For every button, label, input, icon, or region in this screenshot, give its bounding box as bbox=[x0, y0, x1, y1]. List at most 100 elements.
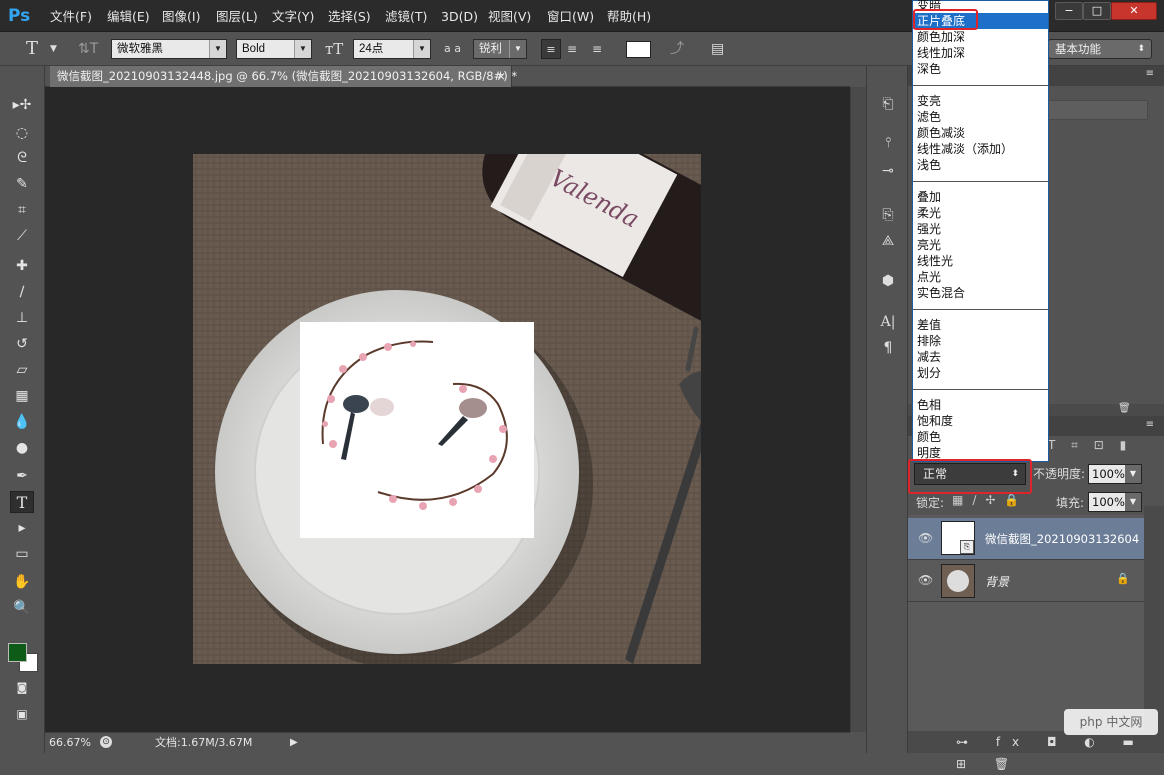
text-tool-icon[interactable]: T bbox=[26, 39, 38, 59]
healing-brush-tool-icon[interactable]: ✚ bbox=[10, 255, 34, 277]
zoom-tool-icon[interactable]: 🔍 bbox=[10, 597, 34, 619]
status-arrow-icon[interactable]: ▶ bbox=[290, 733, 298, 752]
blur-tool-icon[interactable]: 💧 bbox=[10, 411, 34, 433]
3d-icon[interactable]: ⬢ bbox=[875, 269, 901, 293]
move-tool-icon[interactable]: ▸✢ bbox=[10, 94, 34, 116]
menu-type[interactable]: 文字(Y) bbox=[272, 0, 314, 32]
blend-option[interactable]: 线性光 bbox=[913, 253, 1048, 269]
blend-option[interactable]: 差值 bbox=[913, 317, 1048, 333]
dodge-tool-icon[interactable]: ● bbox=[10, 437, 34, 459]
text-color-swatch[interactable] bbox=[626, 41, 651, 58]
menu-file[interactable]: 文件(F) bbox=[50, 0, 92, 32]
brush-presets-icon[interactable]: ⊸ bbox=[875, 159, 901, 183]
zoom-level[interactable]: 66.67% bbox=[49, 733, 91, 752]
chevron-down-icon[interactable]: ▼ bbox=[50, 39, 57, 59]
history-brush-tool-icon[interactable]: ↺ bbox=[10, 333, 34, 355]
close-button[interactable]: ✕ bbox=[1111, 2, 1157, 20]
blend-option[interactable]: 排除 bbox=[913, 333, 1048, 349]
menu-view[interactable]: 视图(V) bbox=[488, 0, 531, 32]
align-left-icon[interactable]: ≡ bbox=[541, 39, 561, 59]
marquee-tool-icon[interactable]: ◌ bbox=[10, 122, 34, 144]
layer-filter-icons[interactable]: T ⌗ ⊡ ▮ bbox=[1048, 438, 1164, 458]
blend-option[interactable]: 浅色 bbox=[913, 157, 1048, 173]
close-tab-icon[interactable]: × bbox=[496, 66, 506, 87]
warp-text-icon[interactable]: ⤴ bbox=[670, 39, 684, 59]
blend-option[interactable]: 线性减淡（添加） bbox=[913, 141, 1048, 157]
blend-option[interactable]: 颜色加深 bbox=[913, 29, 1048, 45]
font-family-select[interactable]: 微软雅黑 ▼ bbox=[111, 39, 227, 59]
trash-icon[interactable]: 🗑 bbox=[1118, 403, 1131, 414]
blend-option[interactable]: 色相 bbox=[913, 397, 1048, 413]
menu-edit[interactable]: 编辑(E) bbox=[107, 0, 150, 32]
panel-menu-icon[interactable]: ≡ bbox=[1146, 68, 1154, 79]
font-size-select[interactable]: 24点 ▼ bbox=[353, 39, 431, 59]
blend-option[interactable]: 点光 bbox=[913, 269, 1048, 285]
layer-name[interactable]: 背景 bbox=[985, 573, 1009, 590]
panels-toggle-icon[interactable]: ▤ bbox=[711, 39, 724, 59]
blend-option[interactable]: 亮光 bbox=[913, 237, 1048, 253]
gradient-tool-icon[interactable]: ▦ bbox=[10, 385, 34, 407]
blend-option[interactable]: 变亮 bbox=[913, 93, 1048, 109]
blend-mode-dropdown[interactable]: 变暗 正片叠底 颜色加深 线性加深 深色 变亮 滤色 颜色减淡 线性减淡（添加）… bbox=[912, 0, 1049, 462]
menu-window[interactable]: 窗口(W) bbox=[547, 0, 594, 32]
eye-icon[interactable]: 👁 bbox=[918, 573, 933, 587]
menu-filter[interactable]: 滤镜(T) bbox=[385, 0, 427, 32]
layer-name[interactable]: 微信截图_20210903132604 bbox=[985, 531, 1139, 547]
tool-presets-icon[interactable]: ⟁ bbox=[875, 229, 901, 253]
hand-tool-icon[interactable]: ✋ bbox=[10, 571, 34, 593]
blend-option[interactable]: 饱和度 bbox=[913, 413, 1048, 429]
opacity-input[interactable]: 100% ▼ bbox=[1088, 464, 1142, 484]
eye-icon[interactable]: 👁 bbox=[918, 531, 933, 545]
type-tool-icon[interactable]: T bbox=[10, 491, 34, 513]
menu-help[interactable]: 帮助(H) bbox=[607, 0, 651, 32]
eraser-tool-icon[interactable]: ▱ bbox=[10, 359, 34, 381]
restore-button[interactable]: □ bbox=[1083, 2, 1111, 20]
blend-option[interactable]: 划分 bbox=[913, 365, 1048, 381]
workspace-select[interactable]: 基本功能 ⬍ bbox=[1048, 39, 1152, 59]
quick-select-tool-icon[interactable]: ✎ bbox=[10, 173, 34, 195]
crop-tool-icon[interactable]: ⌗ bbox=[10, 199, 34, 221]
text-orientation-icon[interactable]: ⇅T bbox=[78, 39, 98, 59]
status-info-icon[interactable]: ⊙ bbox=[100, 736, 112, 748]
menu-select[interactable]: 选择(S) bbox=[328, 0, 371, 32]
quick-mask-icon[interactable]: ◙ bbox=[10, 677, 34, 699]
font-style-select[interactable]: Bold ▼ bbox=[236, 39, 312, 59]
path-select-tool-icon[interactable]: ▸ bbox=[10, 517, 34, 539]
brush-tool-icon[interactable]: ∕ bbox=[10, 281, 34, 303]
menu-layer[interactable]: 图层(L) bbox=[216, 0, 258, 32]
menu-3d[interactable]: 3D(D) bbox=[441, 0, 478, 32]
document-tab[interactable]: 微信截图_20210903132448.jpg @ 66.7% (微信截图_20… bbox=[50, 66, 517, 87]
document-canvas[interactable]: Valenda bbox=[193, 154, 701, 664]
minimize-button[interactable]: − bbox=[1055, 2, 1083, 20]
align-right-icon[interactable]: ≡ bbox=[592, 39, 602, 59]
clone-source-icon[interactable]: ⎘ bbox=[875, 203, 901, 227]
blend-option[interactable]: 深色 bbox=[913, 61, 1048, 77]
paragraph-icon[interactable]: ¶ bbox=[875, 336, 901, 360]
align-center-icon[interactable]: ≡ bbox=[567, 39, 577, 59]
layer-row-smart-object[interactable]: 👁 ⎘ 微信截图_20210903132604 bbox=[908, 518, 1144, 560]
blend-option[interactable]: 强光 bbox=[913, 221, 1048, 237]
stamp-tool-icon[interactable]: ⊥ bbox=[10, 307, 34, 329]
blend-option[interactable]: 叠加 bbox=[913, 189, 1048, 205]
blend-option[interactable]: 滤色 bbox=[913, 109, 1048, 125]
layer-row-background[interactable]: 👁 背景 🔒 bbox=[908, 560, 1144, 602]
shape-tool-icon[interactable]: ▭ bbox=[10, 543, 34, 565]
history-icon[interactable]: ⎗ bbox=[875, 92, 901, 116]
blend-option[interactable]: 减去 bbox=[913, 349, 1048, 365]
foreground-color-swatch[interactable] bbox=[8, 643, 27, 662]
menu-image[interactable]: 图像(I) bbox=[162, 0, 200, 32]
fill-input[interactable]: 100% ▼ bbox=[1088, 492, 1142, 512]
antialias-select[interactable]: 锐利 ▼ bbox=[473, 39, 527, 59]
screen-mode-icon[interactable]: ▣ bbox=[10, 703, 34, 725]
pen-tool-icon[interactable]: ✒ bbox=[10, 465, 34, 487]
eyedropper-tool-icon[interactable]: ⟋ bbox=[10, 225, 34, 247]
layers-scrollbar[interactable] bbox=[1144, 506, 1164, 731]
character-icon[interactable]: A| bbox=[875, 310, 901, 334]
lock-icons[interactable]: ▦∕✢🔒 bbox=[952, 493, 1028, 507]
lasso-tool-icon[interactable]: ᘓ bbox=[10, 147, 34, 169]
blend-option[interactable]: 颜色减淡 bbox=[913, 125, 1048, 141]
blend-option[interactable]: 实色混合 bbox=[913, 285, 1048, 301]
blend-option[interactable]: 线性加深 bbox=[913, 45, 1048, 61]
panel-menu-icon[interactable]: ≡ bbox=[1146, 419, 1154, 430]
blend-option[interactable]: 柔光 bbox=[913, 205, 1048, 221]
